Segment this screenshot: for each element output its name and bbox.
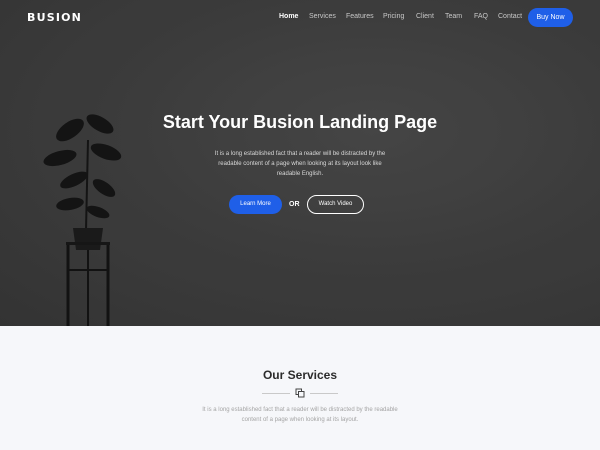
watch-video-button[interactable]: Watch Video (307, 195, 364, 214)
hero-title: Start Your Busion Landing Page (162, 112, 438, 132)
nav-item-pricing[interactable]: Pricing (383, 13, 404, 20)
nav-item-home[interactable]: Home (279, 13, 298, 20)
or-label: OR (289, 201, 300, 208)
divider-left (262, 393, 290, 394)
services-section: Our Services It is a long established fa… (0, 326, 600, 450)
nav-item-team[interactable]: Team (445, 13, 462, 20)
services-description: It is a long established fact that a rea… (180, 405, 420, 425)
divider-right (310, 393, 338, 394)
hero-description-line: readable content of a page when looking … (218, 161, 382, 167)
plant-image (43, 114, 122, 326)
navbar: BUSION Home Services Features Pricing Cl… (0, 0, 600, 36)
layers-icon (295, 388, 305, 398)
services-description-line: content of a page when looking at its la… (241, 417, 359, 423)
nav-item-contact[interactable]: Contact (498, 13, 522, 20)
services-description-line: It is a long established fact that a rea… (202, 407, 398, 413)
hero-description-line: It is a long established fact that a rea… (214, 151, 386, 157)
hero-description: It is a long established fact that a rea… (195, 149, 405, 179)
hero-section: Start Your Busion Landing Page It is a l… (0, 0, 600, 326)
hero-description-line: readable English. (276, 171, 324, 177)
nav-item-services[interactable]: Services (309, 13, 336, 20)
nav-item-client[interactable]: Client (416, 13, 434, 20)
nav-item-faq[interactable]: FAQ (474, 13, 488, 20)
services-title: Our Services (262, 368, 338, 382)
buy-now-button[interactable]: Buy Now (528, 8, 573, 27)
nav-menu: Home Services Features Pricing Client Te… (0, 13, 600, 25)
nav-item-features[interactable]: Features (346, 13, 374, 20)
learn-more-button[interactable]: Learn More (229, 195, 282, 214)
